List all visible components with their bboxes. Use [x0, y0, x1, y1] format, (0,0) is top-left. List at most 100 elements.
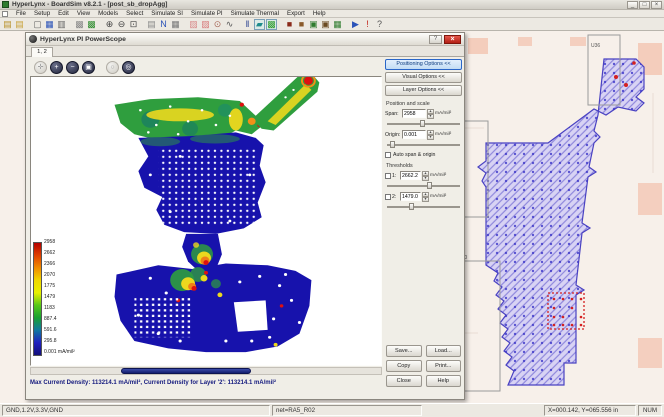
- previous-view-button: ○: [106, 61, 119, 74]
- threshold-1-input[interactable]: [400, 171, 421, 180]
- layer-options-button[interactable]: Layer Options <<: [385, 85, 462, 96]
- span-label: Span:: [385, 111, 401, 117]
- threshold-2-checkbox[interactable]: [385, 194, 391, 200]
- help-icon[interactable]: ?: [374, 19, 385, 30]
- menu-item-models[interactable]: Models: [94, 10, 122, 17]
- menu-item-file[interactable]: File: [12, 10, 30, 17]
- threshold-1-label: 1:: [392, 173, 399, 179]
- auto-span-checkbox[interactable]: [385, 152, 391, 158]
- threshold-2-unit: mA/mil²: [430, 194, 446, 199]
- threshold-1-spinner[interactable]: ▲▼: [422, 171, 429, 180]
- netlist-icon[interactable]: N: [158, 19, 169, 30]
- powerscope-close-button[interactable]: ×: [444, 35, 461, 44]
- error-icon[interactable]: !: [362, 19, 373, 30]
- span-input[interactable]: [402, 109, 426, 118]
- plane-darkred-icon[interactable]: ■: [284, 19, 295, 30]
- pause-icon[interactable]: ‖: [242, 19, 253, 30]
- open-board-icon[interactable]: ▤: [2, 19, 13, 30]
- powerscope-title: HyperLynx PI PowerScope: [40, 36, 126, 43]
- span-spinner[interactable]: ▲▼: [427, 109, 434, 118]
- menu-item-view[interactable]: View: [73, 10, 94, 17]
- copper-pour-shape: [478, 59, 644, 385]
- menu-item-simulate-si[interactable]: Simulate SI: [147, 10, 187, 17]
- origin-slider[interactable]: [387, 141, 460, 148]
- highlight-component-icon[interactable]: ▨: [200, 19, 211, 30]
- plane-pair-green-icon[interactable]: ▣: [308, 19, 319, 30]
- origin-spinner[interactable]: ▲▼: [427, 130, 434, 139]
- app-icon: [2, 1, 9, 8]
- board-green-icon[interactable]: ▩: [86, 19, 97, 30]
- plane-pair-brown-icon[interactable]: ▣: [320, 19, 331, 30]
- threshold-2-spinner[interactable]: ▲▼: [422, 192, 429, 201]
- scrollbar-thumb[interactable]: [121, 368, 251, 374]
- run-sim-board-icon[interactable]: ▩: [266, 19, 277, 30]
- save-button[interactable]: Save...: [386, 345, 422, 357]
- save-icon[interactable]: ▦: [44, 19, 55, 30]
- menu-item-setup[interactable]: Setup: [30, 10, 54, 17]
- auto-span-label: Auto span & origin: [393, 152, 435, 158]
- report-icon[interactable]: ▤: [146, 19, 157, 30]
- zoom-out-icon[interactable]: ⊖: [116, 19, 127, 30]
- heatmap-canvas[interactable]: 2958266223662070177514791183887.4591.629…: [30, 76, 382, 366]
- plane-checker-icon[interactable]: ▦: [332, 19, 343, 30]
- positioning-options-button[interactable]: Positioning Options <<: [385, 59, 462, 70]
- menu-item-export[interactable]: Export: [283, 10, 309, 17]
- menu-item-select[interactable]: Select: [122, 10, 147, 17]
- board-stack-icon[interactable]: ▩: [74, 19, 85, 30]
- highlight-net-icon[interactable]: ▨: [188, 19, 199, 30]
- menu-item-help[interactable]: Help: [309, 10, 330, 17]
- threshold-1-checkbox[interactable]: [385, 173, 391, 179]
- zoom-out-button[interactable]: −: [66, 61, 79, 74]
- canvas-horizontal-scrollbar[interactable]: [30, 367, 382, 375]
- visual-options-button[interactable]: Visual Options <<: [385, 72, 462, 83]
- main-toolbar: ▤▤▢▦▥▩▩⊕⊖⊡▤N▦▨▨⊙∿‖▰▩■■▣▣▦▶!?: [0, 18, 664, 31]
- powerscope-titlebar[interactable]: HyperLynx PI PowerScope ? ×: [26, 33, 464, 46]
- threshold-1-unit: mA/mil²: [430, 173, 446, 178]
- help-button[interactable]: Help: [426, 375, 462, 387]
- legend-tick-label: 0.001 mA/mil²: [44, 350, 75, 355]
- zoom-select-icon[interactable]: ⊙: [212, 19, 223, 30]
- open-session-icon[interactable]: ▤: [14, 19, 25, 30]
- menu-item-simulate-thermal[interactable]: Simulate Thermal: [227, 10, 283, 17]
- main-titlebar: HyperLynx - BoardSim v8.2.1 - [post_sb_d…: [0, 0, 664, 10]
- maximize-button[interactable]: □: [639, 1, 650, 9]
- menu-item-simulate-pi[interactable]: Simulate PI: [187, 10, 227, 17]
- minimize-button[interactable]: _: [627, 1, 638, 9]
- board-layout-view[interactable]: U36 U30: [448, 33, 662, 398]
- legend-tick-label: 2070: [44, 273, 55, 278]
- legend-tick-label: 1775: [44, 284, 55, 289]
- close-button[interactable]: ×: [651, 1, 662, 9]
- threshold-1-slider[interactable]: [387, 182, 460, 189]
- num-lock-indicator: NUM: [638, 405, 662, 416]
- print-button[interactable]: Print...: [426, 360, 462, 372]
- cursor-coordinates: X=000.142, Y=065.556 in: [544, 405, 636, 416]
- canvas-toolbar: ✛+−▣○◎: [30, 59, 382, 76]
- legend-tick-label: 591.6: [44, 328, 57, 333]
- powerscope-icon[interactable]: ▰: [254, 19, 265, 30]
- probe-waveform-icon[interactable]: ∿: [224, 19, 235, 30]
- board-small-icon[interactable]: ▦: [170, 19, 181, 30]
- layer-tab[interactable]: 1, 2: [31, 47, 53, 57]
- ref-label-u36: U36: [591, 43, 600, 49]
- load-button[interactable]: Load...: [426, 345, 462, 357]
- zoom-extents-button[interactable]: ▣: [82, 61, 95, 74]
- copy-button[interactable]: Copy: [386, 360, 422, 372]
- zoom-in-icon[interactable]: ⊕: [104, 19, 115, 30]
- origin-input[interactable]: [402, 130, 426, 139]
- print-icon[interactable]: ▥: [56, 19, 67, 30]
- color-scale-labels: 2958266223662070177514791183887.4591.629…: [44, 240, 77, 362]
- window-title: HyperLynx - BoardSim v8.2.1 - [post_sb_d…: [12, 1, 167, 8]
- close-button[interactable]: Close: [386, 375, 422, 387]
- powerscope-help-button[interactable]: ?: [429, 35, 442, 44]
- new-file-icon[interactable]: ▢: [32, 19, 43, 30]
- zoom-in-button[interactable]: +: [50, 61, 63, 74]
- refresh-button[interactable]: ◎: [122, 61, 135, 74]
- select-pointer-icon[interactable]: ▶: [350, 19, 361, 30]
- color-scale-bar: [33, 242, 42, 356]
- plane-brown-icon[interactable]: ■: [296, 19, 307, 30]
- menu-item-edit[interactable]: Edit: [54, 10, 73, 17]
- threshold-2-slider[interactable]: [387, 203, 460, 210]
- zoom-fit-icon[interactable]: ⊡: [128, 19, 139, 30]
- threshold-2-input[interactable]: [400, 192, 421, 201]
- span-slider[interactable]: [387, 120, 460, 127]
